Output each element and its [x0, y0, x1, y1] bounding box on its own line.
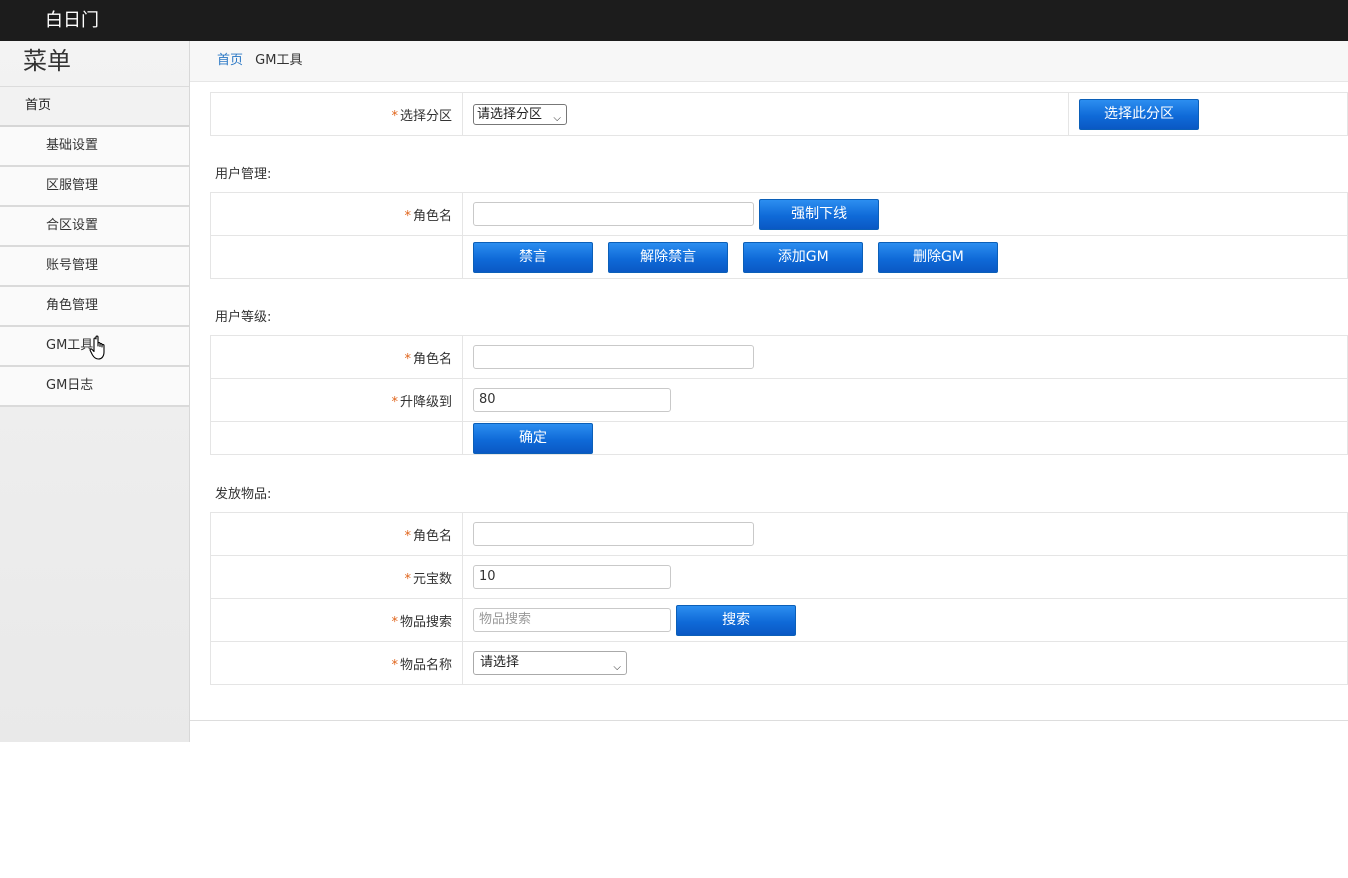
add-gm-button[interactable]: 添加GM [743, 241, 864, 273]
top-bar: 白日门 [0, 0, 1348, 41]
items-gold-row: * 元宝数 10 [210, 555, 1348, 599]
confirm-button[interactable]: 确定 [473, 422, 593, 454]
zone-select-value: 请选择分区 [477, 106, 543, 122]
sidebar-item-gm-log[interactable]: GM日志 [0, 367, 189, 407]
name-select-cell: 请选择 ⌵ [462, 641, 1348, 685]
search-label-cell: * 物品搜索 [210, 598, 463, 642]
user-manage-role-row: * 角色名 强制下线 [210, 192, 1348, 236]
zone-label: 选择分区 [399, 108, 452, 124]
role-input-cell: 强制下线 [462, 192, 1348, 236]
level-input-cell: 80 [462, 378, 1348, 422]
sidebar-item-account-manage[interactable]: 账号管理 [0, 247, 189, 287]
items-search-row: * 物品搜索 物品搜索 搜索 [210, 598, 1348, 642]
required-mark: * [404, 571, 411, 587]
role-label-cell: * 角色名 [210, 512, 463, 556]
required-mark: * [404, 528, 411, 544]
sidebar-item-server-manage[interactable]: 区服管理 [0, 167, 189, 207]
chevron-down-icon: ⌵ [553, 112, 561, 124]
user-level-level-row: * 升降级到 80 [210, 378, 1348, 422]
zone-select-cell: 请选择分区 ⌵ [462, 92, 1069, 136]
empty-label-cell [210, 421, 463, 455]
sidebar-item-basic-settings[interactable]: 基础设置 [0, 127, 189, 167]
gold-input[interactable]: 10 [473, 565, 671, 589]
name-label: 物品名称 [399, 657, 452, 673]
brand-title: 白日门 [45, 10, 99, 31]
zone-button-cell: 选择此分区 [1068, 92, 1348, 136]
required-mark: * [391, 657, 398, 673]
sidebar-item-merge-settings[interactable]: 合区设置 [0, 207, 189, 247]
unmute-button[interactable]: 解除禁言 [608, 241, 729, 273]
role-label-cell: * 角色名 [210, 335, 463, 379]
user-level-role-row: * 角色名 [210, 335, 1348, 379]
name-label-cell: * 物品名称 [210, 641, 463, 685]
breadcrumb-home-link[interactable]: 首页 [217, 53, 243, 68]
main-content: 首页 GM工具 *选择分区 请选择分区 ⌵ 选择此分区 用户管理: *角色名 [190, 41, 1348, 721]
items-name-row: * 物品名称 请选择 ⌵ [210, 641, 1348, 685]
confirm-cell: 确定 [462, 421, 1348, 455]
role-label: 角色名 [412, 351, 452, 367]
role-label: 角色名 [412, 208, 452, 224]
items-role-input[interactable] [473, 522, 754, 546]
zone-row: * 选择分区 请选择分区 ⌵ 选择此分区 [210, 92, 1348, 136]
sidebar: 菜单 首页 基础设置 区服管理 合区设置 账号管理 角色管理 GM工具 GM日志 [0, 41, 190, 742]
gold-input-cell: 10 [462, 555, 1348, 599]
select-zone-button[interactable]: 选择此分区 [1079, 98, 1199, 130]
required-mark: * [404, 208, 411, 224]
force-offline-button[interactable]: 强制下线 [759, 198, 880, 230]
level-label: 升降级到 [399, 394, 452, 410]
level-label-cell: * 升降级到 [210, 378, 463, 422]
gold-label: 元宝数 [412, 571, 452, 587]
breadcrumb: 首页 GM工具 [190, 41, 1348, 82]
role-label-cell: * 角色名 [210, 192, 463, 236]
zone-form: * 选择分区 请选择分区 ⌵ 选择此分区 [210, 92, 1348, 136]
user-level-form: * 角色名 * 升降级到 80 确定 [210, 335, 1348, 455]
menu-title: 菜单 [0, 41, 189, 87]
chevron-down-icon: ⌵ [613, 662, 621, 673]
zone-label-cell: * 选择分区 [210, 92, 463, 136]
role-label: 角色名 [412, 528, 452, 544]
items-section-title: 发放物品: [215, 487, 272, 502]
sidebar-item-role-manage[interactable]: 角色管理 [0, 287, 189, 327]
user-manage-role-input[interactable] [473, 202, 754, 226]
user-manage-section-title: 用户管理: [215, 167, 272, 182]
hand-cursor-icon [89, 335, 105, 360]
user-level-section-title: 用户等级: [215, 310, 272, 325]
empty-label-cell [210, 235, 463, 279]
breadcrumb-current: GM工具 [255, 53, 303, 68]
user-manage-actions-row: 禁言 解除禁言 添加GM 删除GM [210, 235, 1348, 279]
required-mark: * [391, 108, 398, 124]
search-button[interactable]: 搜索 [676, 604, 797, 636]
delete-gm-button[interactable]: 删除GM [878, 241, 999, 273]
role-input-cell [462, 335, 1348, 379]
role-input-cell [462, 512, 1348, 556]
mute-button[interactable]: 禁言 [473, 241, 593, 273]
user-manage-form: * 角色名 强制下线 禁言 解除禁言 添加GM 删除GM [210, 192, 1348, 279]
items-form: * 角色名 * 元宝数 10 * 物品搜索 物品搜索 搜索 * 物品名称 请选择… [210, 512, 1348, 685]
sidebar-item-home[interactable]: 首页 [0, 87, 189, 127]
user-level-confirm-row: 确定 [210, 421, 1348, 455]
zone-select[interactable]: 请选择分区 ⌵ [473, 103, 567, 125]
gold-label-cell: * 元宝数 [210, 555, 463, 599]
item-search-input[interactable]: 物品搜索 [473, 608, 671, 632]
items-role-row: * 角色名 [210, 512, 1348, 556]
required-mark: * [391, 614, 398, 630]
required-mark: * [404, 351, 411, 367]
user-level-role-input[interactable] [473, 345, 754, 369]
search-label: 物品搜索 [399, 614, 452, 630]
actions-cell: 禁言 解除禁言 添加GM 删除GM [462, 235, 1348, 279]
required-mark: * [391, 394, 398, 410]
search-input-cell: 物品搜索 搜索 [462, 598, 1348, 642]
item-name-select-value: 请选择 [480, 655, 520, 670]
item-name-select[interactable]: 请选择 ⌵ [473, 651, 627, 675]
level-input[interactable]: 80 [473, 388, 671, 412]
